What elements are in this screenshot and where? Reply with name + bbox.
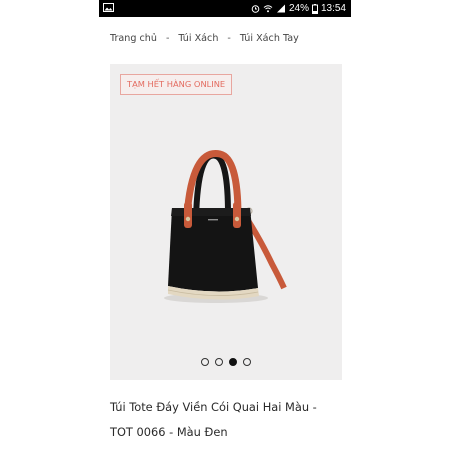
product-title: Túi Tote Đáy Viền Cói Quai Hai Màu - TOT… bbox=[110, 400, 317, 439]
slide-dot[interactable] bbox=[243, 358, 251, 366]
phone-screen: 24% 13:54 Trang chủ - Túi Xách - Túi Xác… bbox=[99, 0, 351, 450]
breadcrumb: Trang chủ - Túi Xách - Túi Xách Tay bbox=[110, 31, 299, 45]
battery-percent: 24% bbox=[288, 3, 309, 14]
slide-dot[interactable] bbox=[215, 358, 223, 366]
breadcrumb-separator: - bbox=[227, 32, 231, 44]
product-gallery[interactable]: TẠM HẾT HÀNG ONLINE bbox=[110, 64, 342, 380]
slide-dot-active[interactable] bbox=[229, 358, 237, 366]
gallery-icon bbox=[103, 3, 114, 12]
slide-dot[interactable] bbox=[201, 358, 209, 366]
breadcrumb-separator: - bbox=[165, 32, 170, 44]
product-image bbox=[164, 150, 287, 303]
right-margin bbox=[351, 0, 450, 450]
signal-icon bbox=[276, 4, 285, 13]
clock: 13:54 bbox=[320, 3, 346, 14]
breadcrumb-handbags[interactable]: Túi Xách bbox=[178, 33, 218, 44]
battery-icon bbox=[311, 3, 318, 14]
left-margin bbox=[0, 0, 99, 450]
slide-indicators bbox=[110, 358, 342, 368]
out-of-stock-badge: TẠM HẾT HÀNG ONLINE bbox=[120, 74, 233, 95]
wifi-icon bbox=[263, 5, 273, 13]
status-right: 24% 13:54 bbox=[251, 2, 346, 15]
breadcrumb-home[interactable]: Trang chủ bbox=[110, 33, 157, 44]
alarm-icon bbox=[251, 5, 260, 13]
breadcrumb-tote-bags[interactable]: Túi Xách Tay bbox=[240, 33, 299, 44]
status-bar: 24% 13:54 bbox=[99, 0, 351, 17]
